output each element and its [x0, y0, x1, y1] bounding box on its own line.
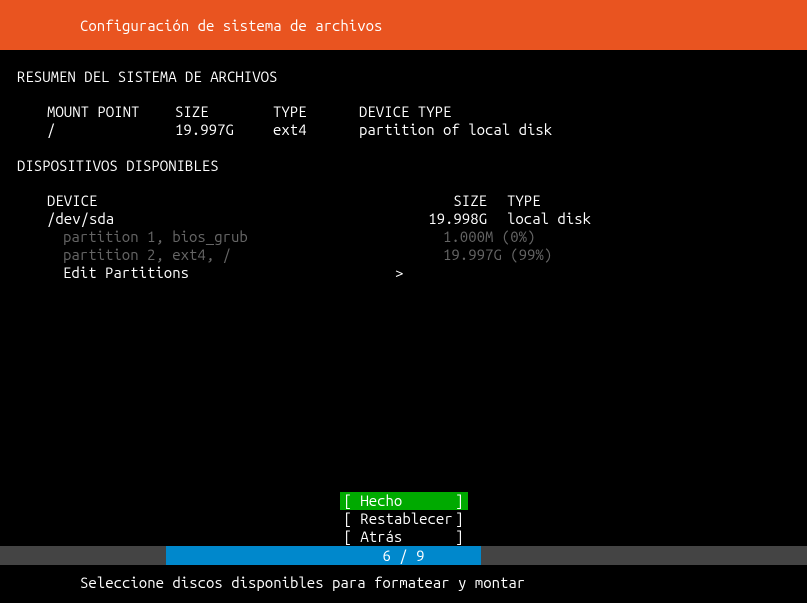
summary-size: 19.997G [175, 121, 273, 139]
partition-size: 1.000M (0%) [443, 228, 535, 246]
chevron-right-icon: > [395, 264, 403, 282]
devices-header-type: TYPE [507, 192, 790, 210]
summary-type: ext4 [273, 121, 359, 139]
disk-row[interactable]: /dev/sda 19.998G local disk [47, 210, 790, 228]
devices-header-row: DEVICE SIZE TYPE [47, 192, 790, 210]
button-group: [ Hecho] [ Restablecer] [ Atrás] [0, 492, 807, 546]
summary-header-type: TYPE [273, 103, 359, 121]
partition-row: partition 1, bios_grub 1.000M (0%) [47, 228, 790, 246]
progress-bar: 6 / 9 [0, 546, 807, 565]
done-button[interactable]: [ Hecho] [340, 492, 468, 510]
back-button-label: Atrás [360, 528, 402, 545]
header-title: Configuración de sistema de archivos [80, 17, 382, 34]
reset-button[interactable]: [ Restablecer] [340, 510, 468, 528]
devices-table: DEVICE SIZE TYPE /dev/sda 19.998G local … [17, 192, 790, 282]
summary-devtype: partition of local disk [359, 121, 790, 139]
devices-header-size: SIZE [427, 192, 507, 210]
summary-table: MOUNT POINT SIZE TYPE DEVICE TYPE / 19.9… [17, 103, 790, 139]
disk-size: 19.998G [427, 210, 507, 228]
summary-header-mount: MOUNT POINT [47, 103, 175, 121]
disk-name: /dev/sda [47, 210, 427, 228]
partition-label: partition 2, ext4, / [63, 246, 443, 264]
summary-mount: / [47, 121, 175, 139]
progress-text: 6 / 9 [0, 546, 807, 565]
disk-type: local disk [507, 210, 790, 228]
reset-button-label: Restablecer [360, 510, 452, 527]
footer-hint: Seleccione discos disponibles para forma… [80, 574, 525, 591]
partition-row: partition 2, ext4, / 19.997G (99%) [47, 246, 790, 264]
done-button-label: Hecho [360, 492, 402, 509]
summary-header-row: MOUNT POINT SIZE TYPE DEVICE TYPE [47, 103, 790, 121]
partition-label: partition 1, bios_grub [63, 228, 443, 246]
header-bar: Configuración de sistema de archivos [0, 0, 807, 50]
summary-header-size: SIZE [175, 103, 273, 121]
partition-size: 19.997G (99%) [443, 246, 552, 264]
summary-header-devtype: DEVICE TYPE [359, 103, 790, 121]
devices-title: DISPOSITIVOS DISPONIBLES [17, 157, 790, 174]
content-area: RESUMEN DEL SISTEMA DE ARCHIVOS MOUNT PO… [0, 50, 807, 282]
devices-header-device: DEVICE [47, 192, 427, 210]
summary-title: RESUMEN DEL SISTEMA DE ARCHIVOS [17, 68, 790, 85]
back-button[interactable]: [ Atrás] [340, 528, 468, 546]
summary-row: / 19.997G ext4 partition of local disk [47, 121, 790, 139]
edit-partitions-label: Edit Partitions [63, 264, 395, 282]
edit-partitions-row[interactable]: Edit Partitions > [47, 264, 790, 282]
